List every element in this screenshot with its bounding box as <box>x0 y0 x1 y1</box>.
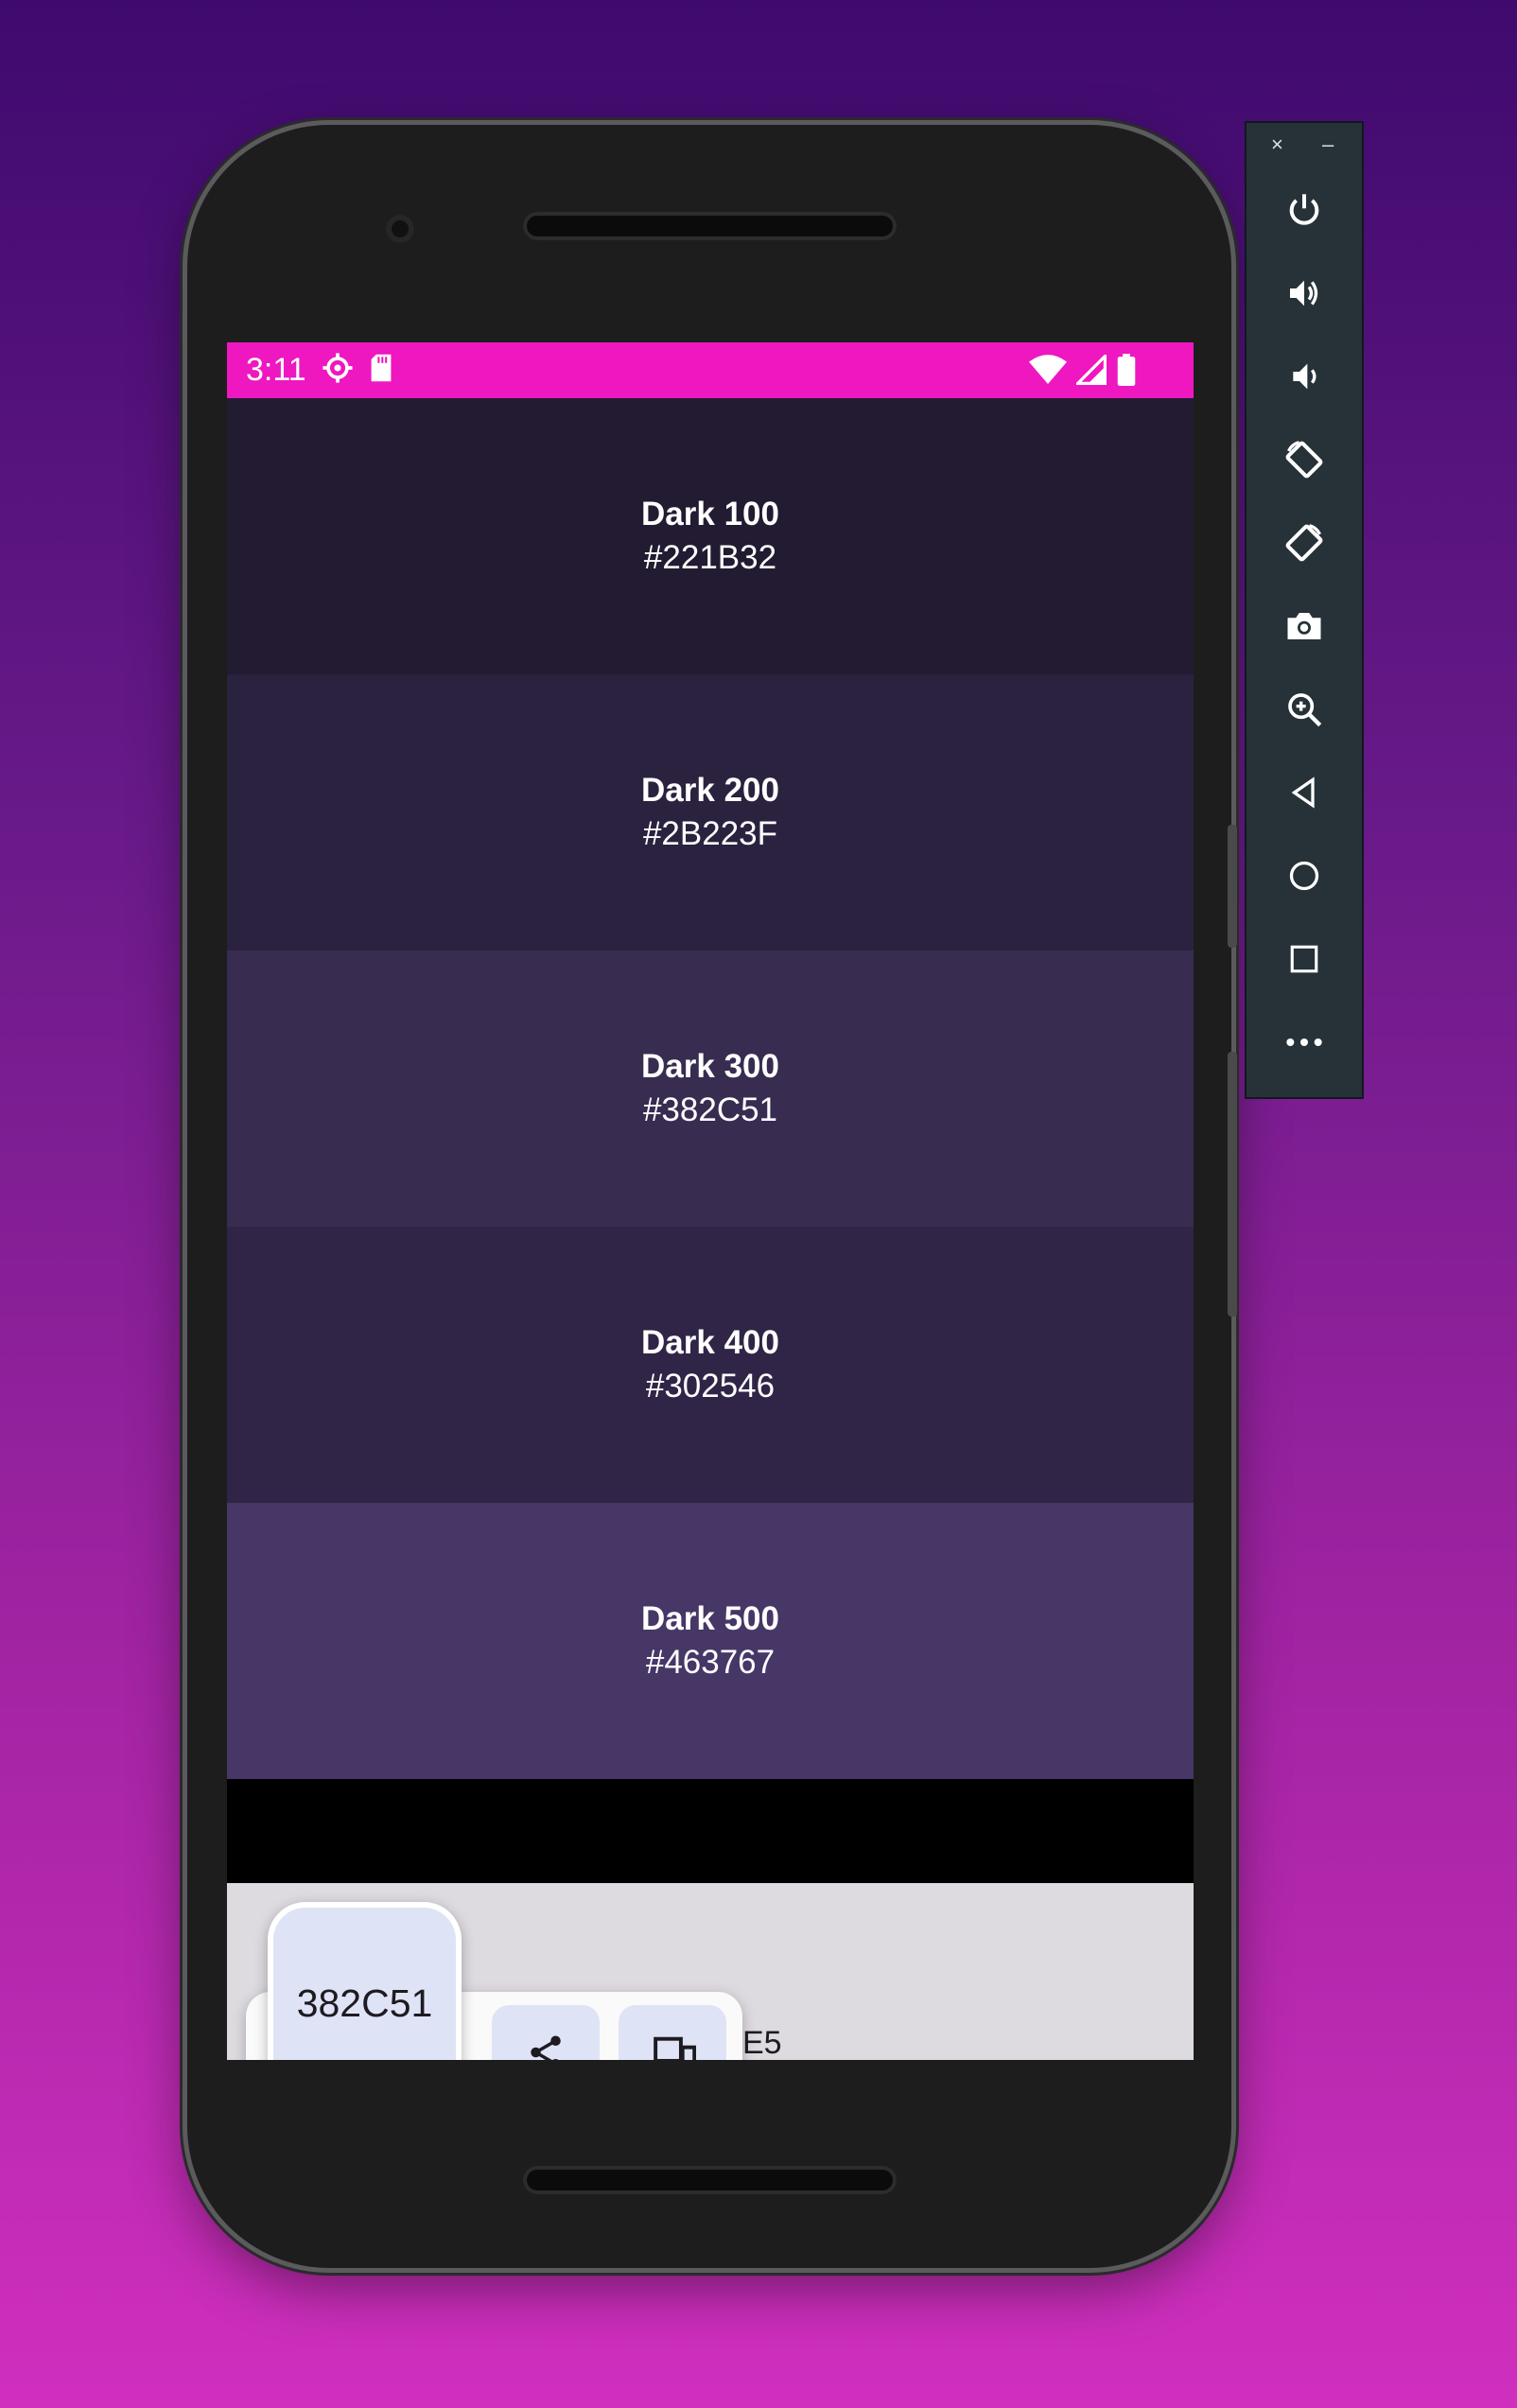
emulator-toolbar: × – <box>1247 123 1362 1097</box>
overview-icon <box>1288 943 1320 980</box>
rotate-left-button[interactable] <box>1276 433 1333 490</box>
swatch-dark-300[interactable]: Dark 300 #382C51 <box>227 951 1194 1227</box>
swatch-hex: #463767 <box>645 1644 776 1681</box>
swatch-hex: #2B223F <box>642 815 778 852</box>
swatch-list: Dark 100 #221B32 Dark 200 #2B223F Dark 3… <box>227 398 1194 1779</box>
bottom-panel: E5 382C51 Colour 'Dark 300' copied to cl… <box>227 1883 1194 2060</box>
home-icon <box>1287 859 1321 898</box>
more-button[interactable] <box>1276 1016 1333 1073</box>
volume-up-button[interactable] <box>1276 267 1333 323</box>
partial-swatch-text: E5 <box>742 2025 782 2060</box>
volume-down-icon <box>1285 358 1323 400</box>
swatch-dark-200[interactable]: Dark 200 #2B223F <box>227 674 1194 951</box>
power-icon <box>1285 191 1323 234</box>
status-time: 3:11 <box>246 352 306 388</box>
zoom-icon <box>1285 690 1323 733</box>
close-icon[interactable]: × <box>1271 132 1283 157</box>
rotate-right-icon <box>1283 522 1325 568</box>
devices-button[interactable] <box>619 2005 726 2060</box>
devices-icon <box>649 2033 697 2060</box>
home-button[interactable] <box>1276 849 1333 906</box>
rotate-right-button[interactable] <box>1276 516 1333 573</box>
bottom-speaker <box>523 2166 897 2194</box>
swatch-hex: #382C51 <box>642 1091 778 1128</box>
swatch-dark-100[interactable]: Dark 100 #221B32 <box>227 398 1194 674</box>
rotate-left-icon <box>1283 439 1325 485</box>
front-camera <box>386 215 414 243</box>
overview-button[interactable] <box>1276 933 1333 989</box>
swatch-name: Dark 500 <box>641 1600 779 1637</box>
share-button[interactable] <box>492 2005 600 2060</box>
emulator-window-controls: × – <box>1247 132 1362 161</box>
power-button[interactable] <box>1276 183 1333 240</box>
battery-icon <box>1116 354 1137 391</box>
screenshot-icon <box>1284 606 1324 651</box>
phone-screen: 3:11 Dark 100 #221B32 Dark 200 #2B223F D… <box>227 342 1194 2060</box>
volume-side-button <box>1228 1052 1237 1317</box>
back-button[interactable] <box>1276 766 1333 823</box>
swatch-name: Dark 100 <box>641 496 779 532</box>
power-side-button <box>1228 825 1237 948</box>
swatch-name: Dark 300 <box>641 1048 779 1085</box>
phone-frame: 3:11 Dark 100 #221B32 Dark 200 #2B223F D… <box>187 125 1237 2268</box>
top-speaker <box>523 212 897 240</box>
back-icon <box>1287 776 1321 814</box>
volume-up-icon <box>1285 274 1323 317</box>
screenshot-button[interactable] <box>1276 600 1333 656</box>
settings-icon <box>322 352 354 389</box>
swatch-name: Dark 400 <box>641 1324 779 1361</box>
minimize-icon[interactable]: – <box>1322 132 1334 157</box>
zoom-button[interactable] <box>1276 683 1333 740</box>
sd-card-icon <box>369 353 393 388</box>
swatch-hex: #302546 <box>645 1368 776 1405</box>
swatch-dark-400[interactable]: Dark 400 #302546 <box>227 1227 1194 1503</box>
wifi-icon <box>1029 354 1067 391</box>
swatch-hex: #221B32 <box>643 539 777 576</box>
more-icon <box>1285 1036 1323 1053</box>
copied-hex-chip[interactable]: 382C51 <box>268 1902 462 2060</box>
volume-down-button[interactable] <box>1276 350 1333 407</box>
signal-icon <box>1073 352 1107 390</box>
swatch-dark-500[interactable]: Dark 500 #463767 <box>227 1503 1194 1779</box>
share-icon <box>526 2033 566 2060</box>
status-bar: 3:11 <box>227 342 1194 398</box>
swatch-name: Dark 200 <box>641 772 779 809</box>
